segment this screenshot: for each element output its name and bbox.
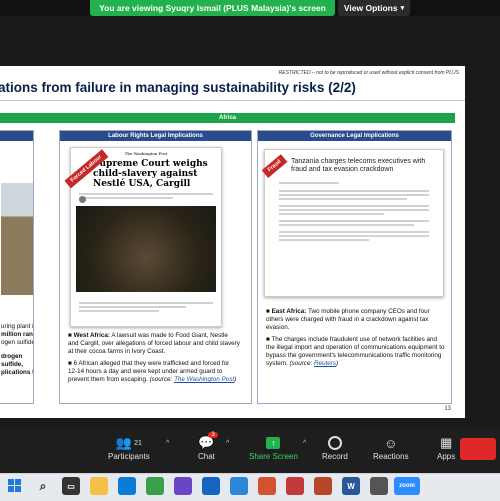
page-number: 13 [444, 406, 451, 412]
shared-slide: RESTRICTED – not to be reproduced or use… [0, 66, 465, 418]
labour-bullet-1: ■ West Africa: A lawsuit was made to Foo… [68, 332, 240, 355]
app-icon[interactable] [314, 477, 332, 495]
record-icon [327, 436, 342, 450]
chat-button[interactable]: 💬 3 Chat [198, 432, 218, 461]
participants-chevron-icon[interactable]: ^ [166, 440, 169, 447]
governance-bullet-1: ■ East Africa: Two mobile phone company … [266, 308, 430, 331]
washington-post-link[interactable]: The Washington Post [174, 376, 234, 383]
partial-text-line: drogen sulfide, [1, 353, 24, 368]
article-photo [76, 206, 216, 292]
chat-chevron-icon[interactable]: ^ [226, 440, 229, 447]
participants-icon: 👥 [115, 435, 133, 450]
view-options-label: View Options [343, 3, 398, 13]
view-options-button[interactable]: View Options ▾ [338, 0, 410, 16]
share-chevron-icon[interactable]: ^ [303, 440, 306, 447]
slide-title: ations from failure in managing sustaina… [0, 80, 356, 95]
record-button[interactable]: Record [322, 434, 348, 461]
news-article-image: Tanzania charges telecoms executives wit… [264, 149, 444, 297]
partial-photo [1, 183, 33, 295]
article-headline: Tanzania charges telecoms executives wit… [291, 158, 426, 173]
share-screen-label: Share Screen [249, 452, 298, 461]
smiley-icon: ☺ [384, 435, 398, 451]
file-explorer-icon[interactable] [90, 477, 108, 495]
panel-header [0, 131, 33, 141]
restricted-notice: RESTRICTED – not to be reproduced or use… [278, 70, 459, 76]
participants-count: 21 [134, 439, 142, 447]
region-bar: Africa [0, 113, 455, 123]
apps-label: Apps [437, 452, 456, 461]
chat-badge: 3 [208, 432, 218, 438]
reuters-link[interactable]: Reuters [314, 360, 336, 367]
partial-panel-left: uring plant in million rand ogen sulfide… [0, 130, 34, 404]
participants-label: Participants [108, 452, 150, 461]
task-view-icon[interactable]: ▭ [62, 477, 80, 495]
search-icon[interactable]: ⌕ [34, 477, 52, 495]
author-avatar [79, 196, 86, 203]
chevron-down-icon: ▾ [400, 5, 405, 12]
share-screen-button[interactable]: ↑ Share Screen [249, 434, 298, 461]
title-divider [0, 100, 465, 101]
record-label: Record [322, 452, 348, 461]
viewing-indicator: You are viewing Syuqry Ismail (PLUS Mala… [90, 0, 335, 16]
partial-text-line: uring plant in [1, 323, 34, 330]
word-icon[interactable]: W [342, 477, 360, 495]
zoom-taskbar-icon[interactable]: zoom [394, 477, 420, 495]
labour-bullet-2: ■ 6 African alleged that they were traff… [68, 360, 237, 383]
labour-rights-panel: Labour Rights Legal Implications The Was… [59, 130, 252, 404]
store-icon[interactable] [118, 477, 136, 495]
powerpoint-icon[interactable] [258, 477, 276, 495]
panel-header: Governance Legal Implications [258, 131, 451, 141]
app-icon[interactable] [370, 477, 388, 495]
governance-bullet-2: ■ The charges include fraudulent use of … [266, 336, 445, 367]
participants-button[interactable]: 👥 21 Participants [108, 434, 150, 461]
teams-icon[interactable] [174, 477, 192, 495]
share-screen-icon: ↑ [266, 437, 281, 449]
outlook-icon[interactable] [202, 477, 220, 495]
pdf-reader-icon[interactable] [286, 477, 304, 495]
reactions-label: Reactions [373, 452, 409, 461]
reactions-button[interactable]: ☺ Reactions [373, 434, 409, 462]
leave-button[interactable] [460, 438, 496, 460]
partial-text-line: million rand [1, 331, 34, 338]
apps-button[interactable]: ▦ Apps [437, 434, 455, 461]
chat-label: Chat [198, 452, 215, 461]
chrome-icon[interactable] [146, 477, 164, 495]
governance-panel: Governance Legal Implications Tanzania c… [257, 130, 452, 404]
partial-text-line: plications to [1, 369, 33, 376]
windows-start-icon[interactable] [6, 477, 24, 495]
apps-icon: ▦ [439, 435, 453, 450]
panel-header: Labour Rights Legal Implications [60, 131, 251, 141]
photos-icon[interactable] [230, 477, 248, 495]
news-article-image: The Washington Post Supreme Court weighs… [70, 147, 222, 327]
partial-text-line: ogen sulfide [1, 339, 34, 346]
